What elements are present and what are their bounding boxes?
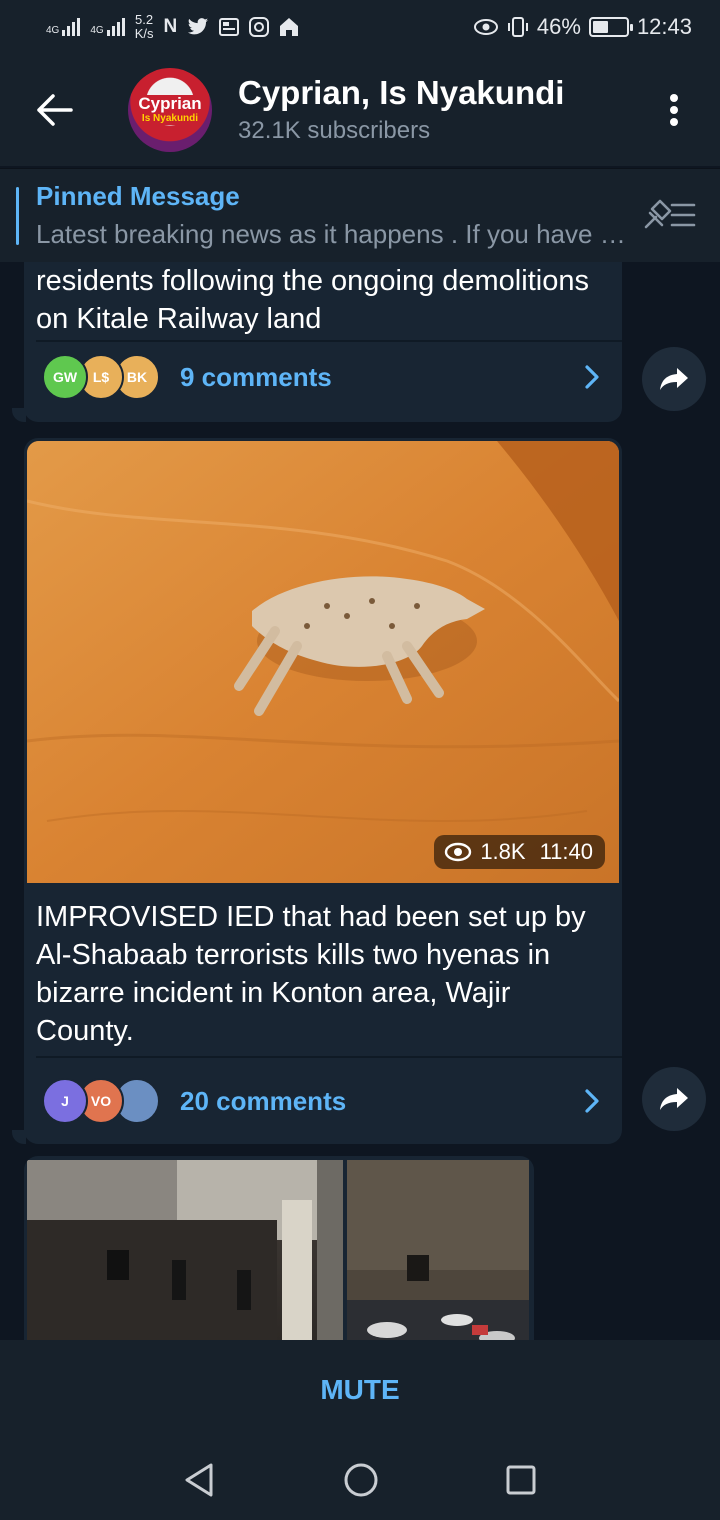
signal-icon-2: 4G — [90, 18, 125, 36]
battery-percent: 46% — [536, 14, 581, 39]
comments-button[interactable]: BK L$ GW 9 comments — [24, 342, 622, 412]
pinned-title: Pinned Message — [36, 181, 240, 211]
message-photo[interactable]: 1.8K 11:40 — [27, 441, 619, 883]
commenter-avatar: J — [42, 1078, 88, 1124]
channel-avatar[interactable]: Cyprian Is Nyakundi — [128, 68, 212, 152]
divider — [36, 1056, 622, 1058]
message-text: IMPROVISED IED that had been set up by A… — [36, 901, 586, 1047]
message-feed[interactable]: residents following the ongoing demoliti… — [0, 262, 720, 1340]
message-bubble[interactable] — [24, 1156, 534, 1340]
nav-home-icon[interactable] — [343, 1462, 379, 1498]
system-nav-bar — [0, 1440, 720, 1520]
message-text: residents following the ongoing demoliti… — [36, 265, 589, 335]
bubble-tail — [12, 408, 26, 422]
comments-button[interactable]: VO J 20 comments — [24, 1066, 622, 1136]
channel-title: Cyprian, Is Nyakundi — [238, 74, 565, 111]
more-vertical-icon — [670, 94, 678, 126]
chevron-right-icon — [585, 1089, 599, 1113]
message-bubble[interactable]: residents following the ongoing demoliti… — [24, 262, 622, 422]
nav-recents-icon[interactable] — [505, 1464, 537, 1496]
mute-button[interactable]: MUTE — [320, 1374, 399, 1406]
signal-icon: 4G — [46, 18, 81, 36]
twitter-icon — [188, 18, 209, 35]
network-type: 4G — [46, 25, 60, 36]
chat-header: Cyprian Is Nyakundi Cyprian, Is Nyakundi… — [0, 54, 720, 166]
netflix-icon: N — [163, 16, 178, 37]
network-type-2: 4G — [90, 25, 104, 36]
status-bar: 4G 4G 5.2 K/s N 46% 12:43 — [0, 0, 720, 54]
subscriber-count: 32.1K subscribers — [238, 117, 431, 144]
eye-icon — [445, 842, 472, 862]
clock: 12:43 — [636, 14, 692, 39]
share-arrow-icon — [660, 1088, 688, 1110]
vibrate-icon — [507, 17, 528, 37]
pinned-indicator — [16, 187, 19, 245]
message-time: 11:40 — [539, 839, 593, 864]
back-button[interactable] — [0, 54, 110, 166]
pinned-text: Latest breaking news as it happens . If … — [36, 219, 626, 249]
channel-info[interactable]: Cyprian, Is Nyakundi 32.1K subscribers — [238, 73, 564, 147]
comments-count: 9 comments — [180, 361, 332, 392]
pinned-message[interactable]: Pinned Message Latest breaking news as i… — [0, 168, 720, 262]
album-photo[interactable] — [27, 1160, 343, 1340]
chevron-right-icon — [585, 365, 599, 389]
more-menu-button[interactable] — [628, 54, 720, 166]
comments-count: 20 comments — [180, 1085, 347, 1116]
avatar-name: Cyprian — [135, 95, 205, 113]
eye-icon — [473, 19, 498, 35]
mute-bar: MUTE — [0, 1340, 720, 1440]
share-button[interactable] — [642, 1067, 706, 1131]
pin-list-icon[interactable] — [642, 197, 698, 233]
views-badge: 1.8K 11:40 — [434, 835, 605, 869]
network-speed: 5.2 K/s — [134, 12, 154, 41]
debris-photo — [347, 1160, 529, 1340]
album-photo[interactable] — [347, 1160, 529, 1340]
instagram-icon — [249, 17, 270, 37]
desert-photo — [27, 441, 619, 883]
arrow-back-icon — [37, 94, 73, 126]
building-photo — [27, 1160, 343, 1340]
commenter-avatar: GW — [42, 354, 88, 400]
message-bubble[interactable]: 1.8K 11:40 IMPROVISED IED that had been … — [24, 438, 622, 1144]
nav-back-icon[interactable] — [183, 1462, 217, 1498]
bubble-tail — [12, 1130, 26, 1144]
share-button[interactable] — [642, 347, 706, 411]
share-arrow-icon — [660, 368, 688, 390]
home-icon — [280, 18, 299, 36]
avatar-subname: Is Nyakundi — [139, 113, 201, 125]
battery-icon — [588, 17, 633, 37]
newspaper-icon — [219, 18, 240, 36]
view-count: 1.8K — [480, 839, 526, 864]
